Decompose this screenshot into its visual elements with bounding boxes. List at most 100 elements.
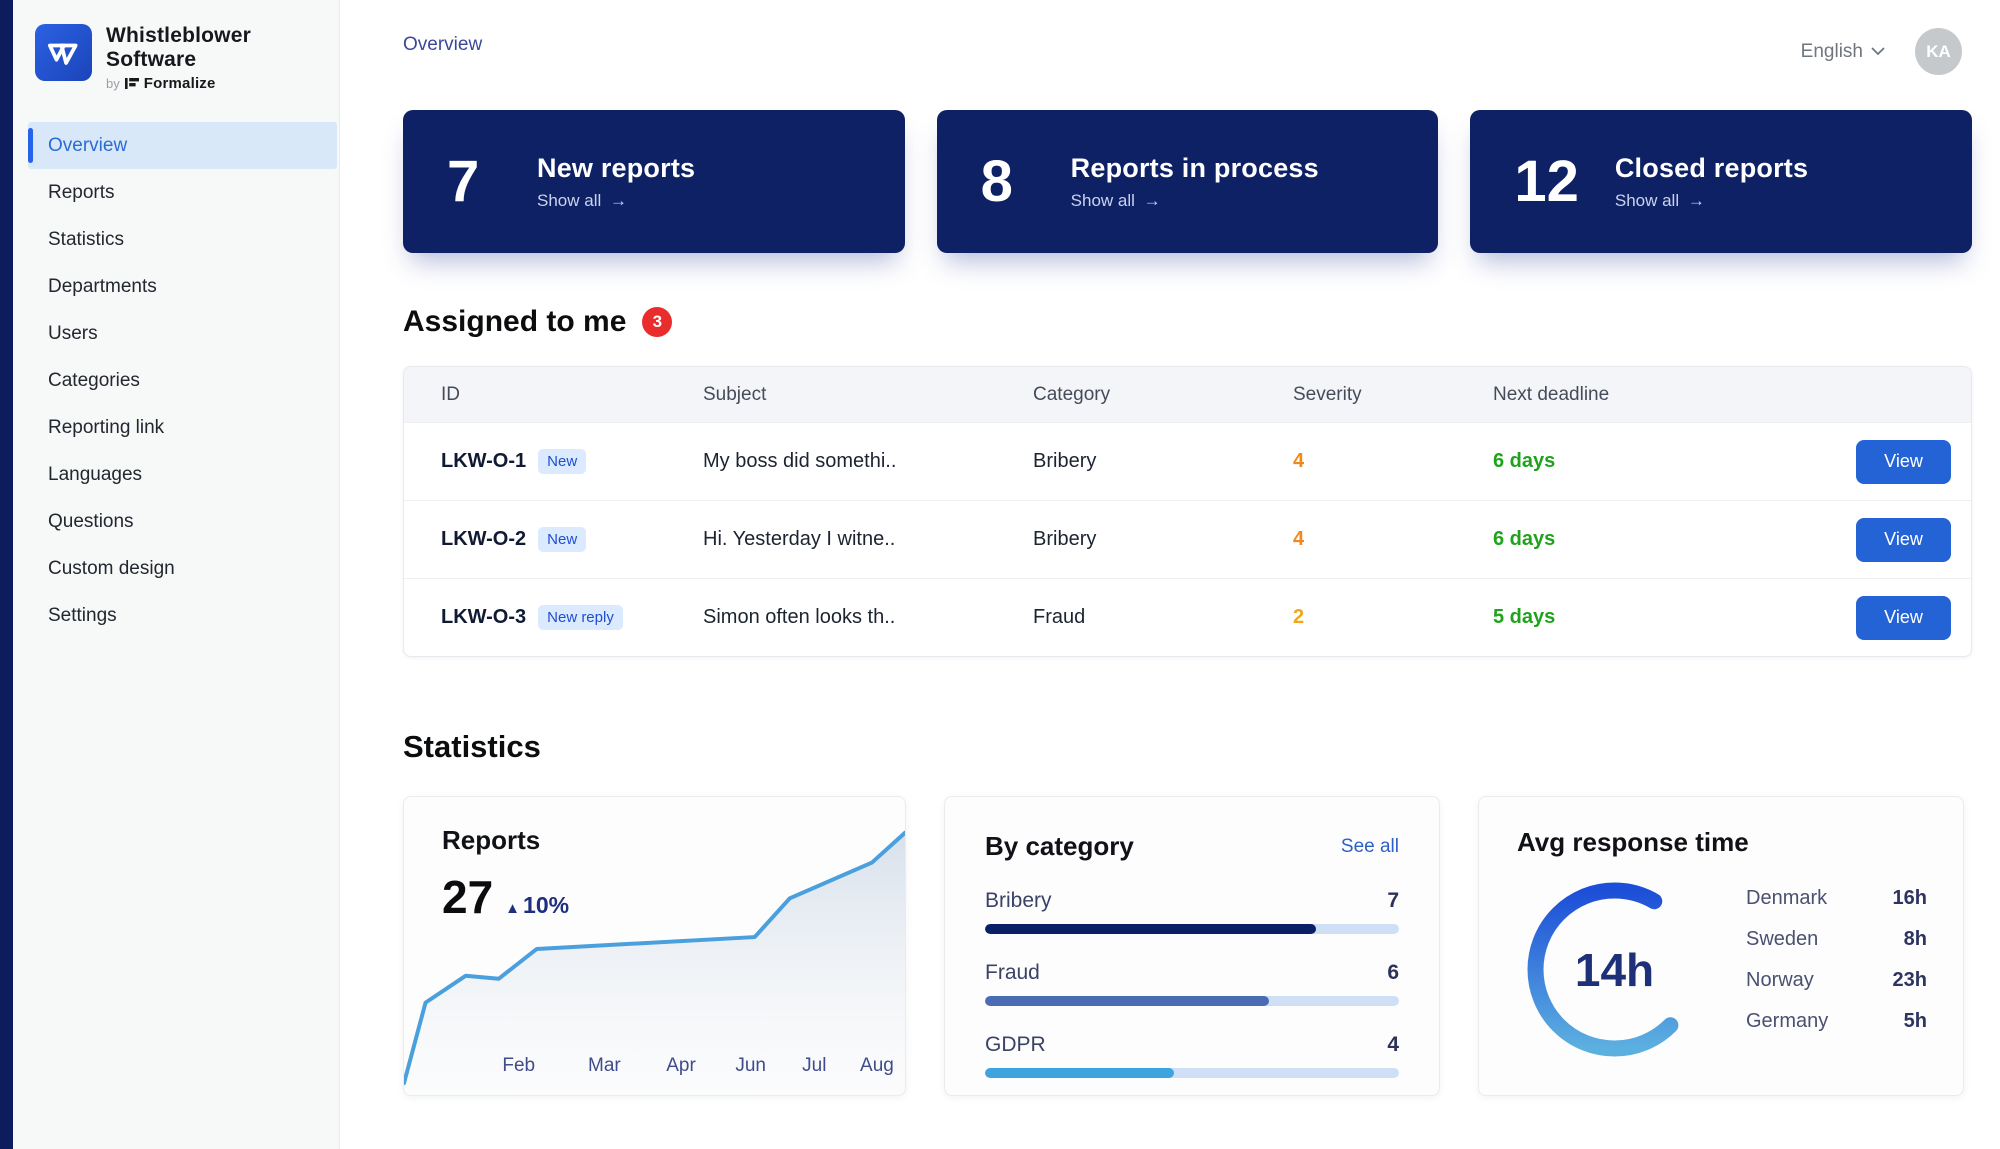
arrow-right-icon: → [1688,191,1705,210]
sidebar-item-departments[interactable]: Departments [28,263,337,310]
formalize-icon [125,77,139,90]
summary-card-value: 8 [981,148,1035,215]
w-mark-icon [44,33,84,73]
column-header-id: ID [441,384,703,406]
breadcrumb[interactable]: Overview [403,34,482,56]
reports-trend-title: Reports [442,825,569,856]
response-country-row-sweden: Sweden 8h [1746,919,1933,960]
sidebar-item-statistics[interactable]: Statistics [28,216,337,263]
sidebar-item-categories[interactable]: Categories [28,357,337,404]
brand-name-line2: Software [106,48,251,72]
sidebar-item-reporting-link[interactable]: Reporting link [28,404,337,451]
language-selector[interactable]: English [1801,41,1885,63]
report-severity: 4 [1293,450,1493,473]
x-axis-label: Jun [735,1055,766,1077]
assigned-table-header: IDSubjectCategorySeverityNext deadline [404,367,1971,422]
sidebar-item-label: Overview [48,135,127,156]
report-severity: 2 [1293,606,1493,629]
sidebar-item-custom-design[interactable]: Custom design [28,545,337,592]
show-all-link[interactable]: Show all → [1071,191,1319,211]
sidebar-item-questions[interactable]: Questions [28,498,337,545]
sidebar-item-settings[interactable]: Settings [28,592,337,639]
column-header-category: Category [1033,384,1293,406]
summary-card-new-reports[interactable]: 7 New reports Show all → [403,110,905,253]
summary-card-closed-reports[interactable]: 12 Closed reports Show all → [1470,110,1972,253]
show-all-link[interactable]: Show all → [537,191,695,211]
response-country-row-germany: Germany 5h [1746,1001,1933,1042]
response-country-row-denmark: Denmark 16h [1746,878,1933,919]
summary-card-value: 7 [447,148,501,215]
avg-response-card: Avg response time 14h [1478,796,1964,1096]
category-value: 6 [1387,961,1399,985]
by-category-bars: Bribery 7 Fraud 6 GDPR 4 [985,889,1399,1078]
sidebar-item-reports[interactable]: Reports [28,169,337,216]
assigned-table-body: LKW-O-1 New My boss did somethi.. Briber… [404,422,1971,656]
report-id: LKW-O-3 New reply [441,605,703,630]
report-subject: Hi. Yesterday I witne.. [703,528,1033,551]
column-header-next-deadline: Next deadline [1493,384,1799,406]
avg-response-title: Avg response time [1517,827,1933,858]
brand-name-line1: Whistleblower [106,24,251,48]
assigned-table: IDSubjectCategorySeverityNext deadline L… [403,366,1972,657]
statistics-cards-row: Reports 27 ▲10% FebMarAprJunJulAug By ca… [403,796,1972,1096]
sidebar-item-languages[interactable]: Languages [28,451,337,498]
view-button[interactable]: View [1856,440,1951,484]
x-axis-label: Aug [860,1055,894,1077]
report-subject: Simon often looks th.. [703,606,1033,629]
sidebar-item-users[interactable]: Users [28,310,337,357]
summary-card-info: New reports Show all → [537,153,695,211]
see-all-link[interactable]: See all [1341,836,1399,858]
summary-card-reports-in-process[interactable]: 8 Reports in process Show all → [937,110,1439,253]
category-bar-track [985,996,1399,1006]
category-bar-row-gdpr: GDPR 4 [985,1033,1399,1078]
category-bar-track [985,1068,1399,1078]
statistics-title: Statistics [403,729,1972,765]
table-row: LKW-O-2 New Hi. Yesterday I witne.. Brib… [404,500,1971,578]
report-category: Fraud [1033,606,1293,629]
chevron-down-icon [1871,47,1885,56]
view-button[interactable]: View [1856,518,1951,562]
sidebar-item-label: Categories [48,370,140,391]
sidebar-item-label: Departments [48,276,157,297]
app-window: Whistleblower Software by Formalize Over… [0,0,2000,1149]
country-value: 16h [1893,887,1927,910]
show-all-link[interactable]: Show all → [1615,191,1808,211]
avatar[interactable]: KA [1915,28,1962,75]
status-badge: New [538,449,586,474]
response-country-row-norway: Norway 23h [1746,960,1933,1001]
reports-trend-card: Reports 27 ▲10% FebMarAprJunJulAug [403,796,906,1096]
category-label: Bribery [985,889,1052,913]
report-deadline: 5 days [1493,606,1799,629]
brand-byline: by Formalize [106,75,251,92]
sidebar-item-label: Reports [48,182,115,203]
table-row: LKW-O-1 New My boss did somethi.. Briber… [404,422,1971,500]
report-deadline: 6 days [1493,528,1799,551]
country-value: 8h [1904,928,1927,951]
country-value: 5h [1904,1010,1927,1033]
sidebar-item-overview[interactable]: Overview [28,122,337,169]
view-button[interactable]: View [1856,596,1951,640]
category-label: GDPR [985,1033,1046,1057]
by-category-card: By category See all Bribery 7 Fraud 6 GD… [944,796,1440,1096]
report-subject: My boss did somethi.. [703,450,1033,473]
reports-delta: ▲10% [505,892,569,919]
report-severity: 4 [1293,528,1493,551]
arrow-right-icon: → [1144,191,1161,210]
brand-text: Whistleblower Software by Formalize [106,24,251,92]
summary-card-info: Reports in process Show all → [1071,153,1319,211]
summary-card-info: Closed reports Show all → [1615,153,1808,211]
sidebar-item-label: Custom design [48,558,175,579]
country-value: 23h [1893,969,1927,992]
assigned-count-badge: 3 [642,307,672,337]
sidebar: Whistleblower Software by Formalize Over… [13,0,340,1149]
sidebar-item-label: Reporting link [48,417,164,438]
column-header-severity: Severity [1293,384,1493,406]
byline-brand: Formalize [144,75,216,92]
category-value: 7 [1387,889,1399,913]
language-selector-label: English [1801,41,1863,63]
reports-trend-summary: Reports 27 ▲10% [442,825,569,924]
country-label: Norway [1746,969,1814,992]
gauge-center-value: 14h [1517,872,1712,1067]
summary-card-title: Closed reports [1615,153,1808,184]
reports-total: 27 [442,870,493,924]
